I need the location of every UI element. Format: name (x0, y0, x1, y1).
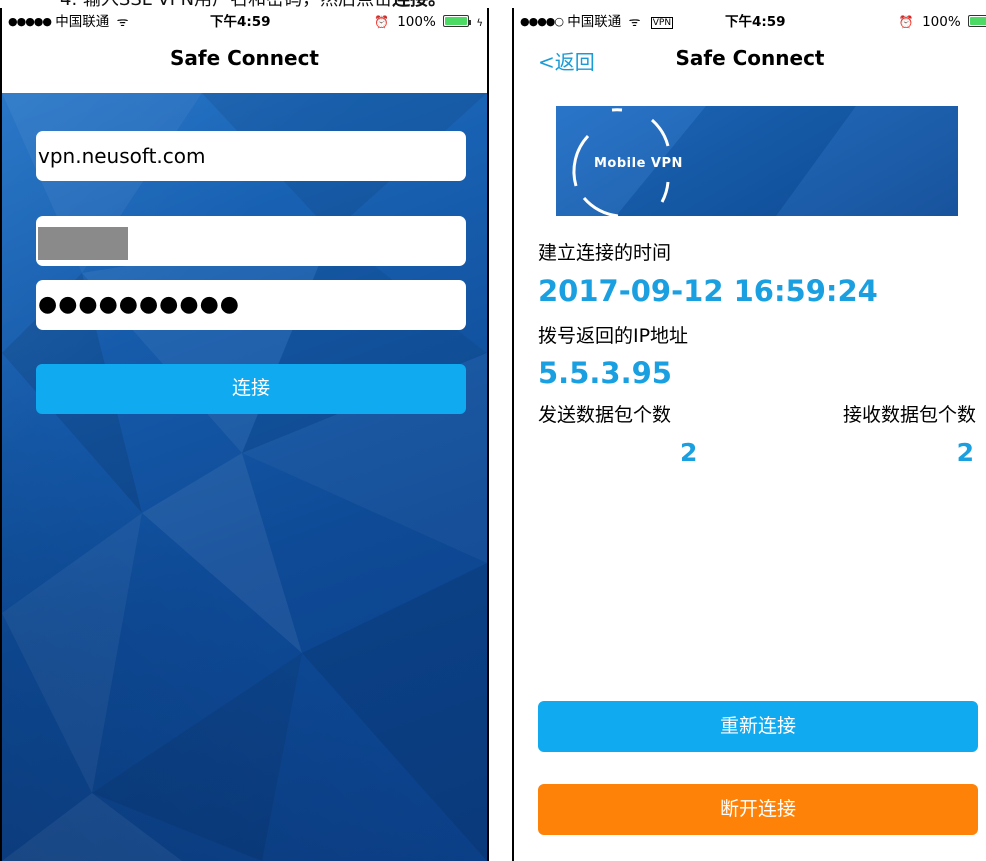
disconnect-button[interactable]: 断开连接 (538, 784, 978, 835)
carrier-name: 中国联通 (55, 14, 110, 30)
mobile-vpn-logo: Mobile VPN (556, 106, 958, 216)
battery-percent: 100% (922, 14, 961, 30)
login-screen: ●●●●● 中国联通 ᯤ 下午4:59 ⏰ 100% ϟ Safe Connec… (0, 8, 489, 861)
ip-address-value: 5.5.3.95 (538, 356, 672, 390)
ip-address-label: 拨号返回的IP地址 (538, 325, 689, 347)
battery-percent: 100% (397, 14, 436, 30)
page-title: Safe Connect (675, 46, 825, 70)
server-address-value: vpn.neusoft.com (38, 144, 206, 168)
connection-time-value: 2017-09-12 16:59:24 (538, 274, 878, 308)
connection-status-screen: ●●●●○ 中国联通 ᯤ VPN 下午4:59 ⏰ 100% <返回 Safe … (512, 8, 986, 861)
sent-packets-value: 2 (680, 438, 698, 467)
connect-button[interactable]: 连接 (36, 364, 466, 414)
battery-icon (968, 15, 986, 27)
status-bar: ●●●●● 中国联通 ᯤ 下午4:59 ⏰ 100% ϟ (2, 8, 487, 36)
vpn-badge: VPN (650, 17, 674, 29)
polygon-pattern (2, 93, 487, 861)
status-time: 下午4:59 (210, 14, 271, 30)
sent-packets-label: 发送数据包个数 (538, 404, 672, 426)
battery-icon (443, 15, 470, 27)
server-address-field[interactable]: vpn.neusoft.com (36, 131, 466, 181)
received-packets-value: 2 (956, 438, 974, 467)
status-time: 下午4:59 (725, 14, 786, 30)
wifi-icon: ᯤ (116, 15, 129, 30)
reconnect-button[interactable]: 重新连接 (538, 701, 978, 752)
page-title: Safe Connect (169, 46, 319, 70)
received-packets-label: 接收数据包个数 (842, 404, 976, 426)
username-field[interactable] (36, 216, 466, 266)
alarm-icon: ⏰ (373, 15, 389, 29)
redacted-username (38, 227, 128, 260)
nav-bar: Safe Connect (2, 36, 487, 93)
alarm-icon: ⏰ (898, 15, 914, 29)
status-bar: ●●●●○ 中国联通 ᯤ VPN 下午4:59 ⏰ 100% (514, 8, 986, 36)
carrier-name: 中国联通 (567, 14, 622, 30)
password-field[interactable]: ●●●●●●●●●● (36, 280, 466, 330)
logo-text: Mobile VPN (594, 156, 683, 171)
signal-strength-icon: ●●●●○ (520, 15, 564, 28)
wifi-icon: ᯤ (628, 15, 641, 30)
blue-polygon-background (2, 93, 487, 861)
signal-strength-icon: ●●●●● (8, 15, 52, 28)
nav-bar: <返回 Safe Connect (514, 36, 986, 93)
password-value: ●●●●●●●●●● (38, 292, 240, 317)
charging-icon: ϟ (476, 18, 483, 29)
connection-time-label: 建立连接的时间 (538, 242, 672, 264)
